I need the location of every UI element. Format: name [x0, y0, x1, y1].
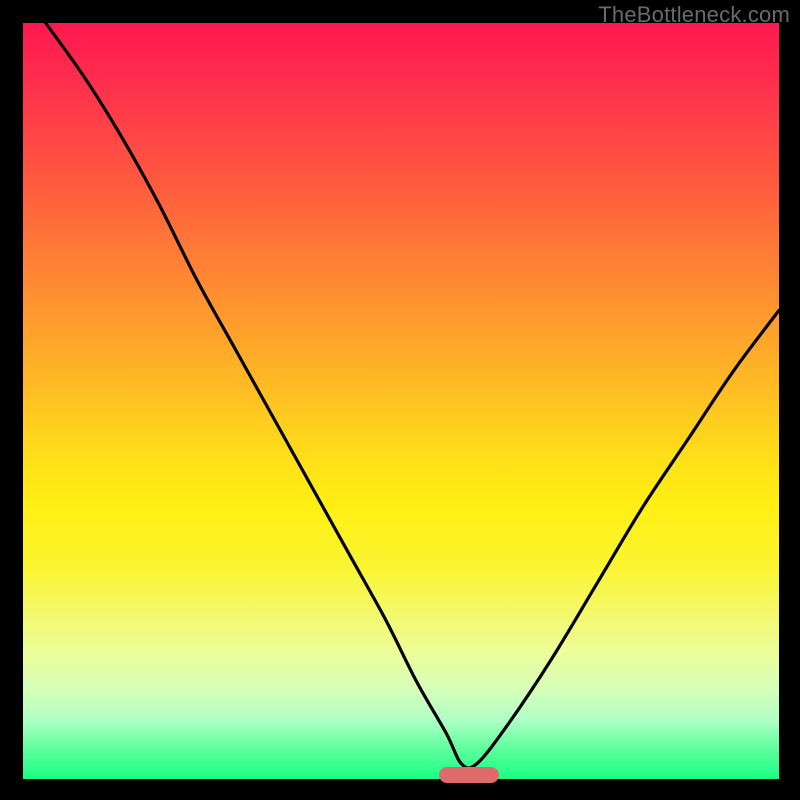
optimal-marker [439, 767, 499, 783]
chart-frame: TheBottleneck.com [0, 0, 800, 800]
plot-area [23, 23, 779, 779]
bottleneck-curve [23, 23, 779, 779]
watermark-text: TheBottleneck.com [598, 2, 790, 28]
curve-path [46, 23, 779, 768]
